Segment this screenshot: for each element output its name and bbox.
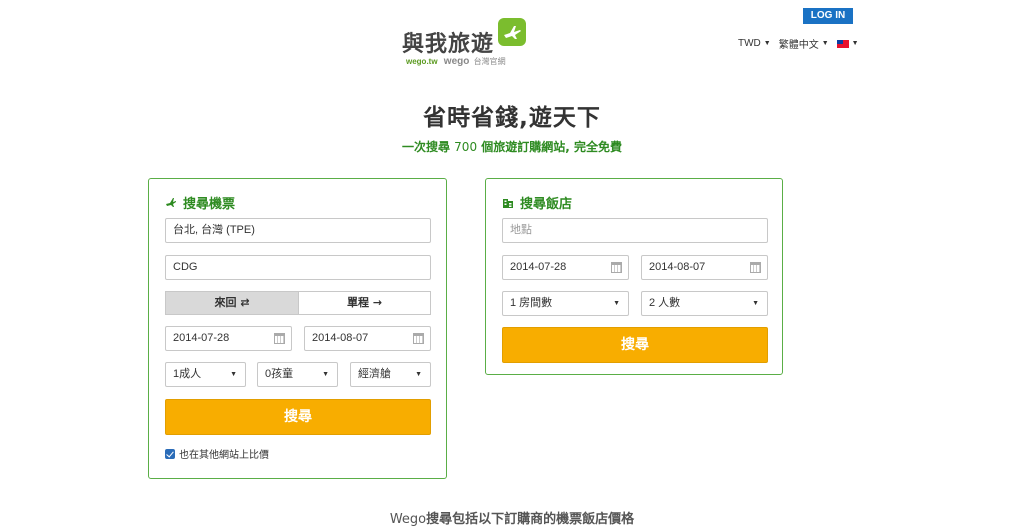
calendar-icon xyxy=(413,333,424,344)
compare-label: 也在其他網站上比價 xyxy=(179,450,269,461)
hotel-title-label: 搜尋飯店 xyxy=(520,197,573,212)
footer-brand: Wego xyxy=(389,512,427,527)
airplane-logo-icon xyxy=(498,18,526,46)
site-logo[interactable]: 與我旅遊 wego.tw wego 台灣官網 xyxy=(398,18,528,72)
guests-select[interactable]: 2 人數 ▼ xyxy=(641,291,768,316)
return-date-input[interactable]: 2014-08-07 xyxy=(304,326,431,351)
caret-down-icon: ▼ xyxy=(821,40,829,47)
oneway-toggle[interactable]: 單程 → xyxy=(298,291,431,315)
checkin-date-value: 2014-07-28 xyxy=(510,261,567,273)
page-subtitle: 一次搜尋 700 個旅遊訂購網站, 完全免費 xyxy=(0,138,1024,155)
hotel-panel-title: 搜尋飯店 xyxy=(502,193,572,212)
partners-heading: Wego搜尋包括以下訂購商的機票飯店價格 xyxy=(0,508,1024,527)
oneway-label: 單程 xyxy=(346,296,369,309)
hotel-icon xyxy=(503,198,513,208)
depart-date-value: 2014-07-28 xyxy=(173,332,230,344)
taiwan-flag-icon xyxy=(836,39,849,48)
rooms-value: 1 房間數 xyxy=(510,297,553,309)
children-value: 0孩童 xyxy=(265,368,294,380)
destination-input[interactable]: CDG xyxy=(165,255,431,280)
hotel-search-panel: 搜尋飯店 地點 2014-07-28 2014-08-07 1 房間數 ▼ 2 … xyxy=(485,178,783,375)
page-title: 省時省錢,遊天下 xyxy=(423,105,601,131)
children-select[interactable]: 0孩童 ▼ xyxy=(257,362,338,387)
subtitle-post: 個旅遊訂購網站, 完全免費 xyxy=(481,140,623,154)
calendar-icon xyxy=(611,262,622,273)
country-selector[interactable]: ▼ xyxy=(836,39,859,48)
caret-down-icon: ▼ xyxy=(763,40,771,47)
subtitle-pre: 一次搜尋 xyxy=(401,140,450,154)
origin-input[interactable]: 台北, 台灣 (TPE) xyxy=(165,218,431,243)
logo-domain: wego.tw xyxy=(406,57,438,66)
flight-title-label: 搜尋機票 xyxy=(183,197,236,212)
logo-subtitle: wego.tw wego 台灣官網 xyxy=(406,56,506,67)
language-selector[interactable]: 繁體中文 ▼ xyxy=(779,36,829,51)
adults-select[interactable]: 1成人 ▼ xyxy=(165,362,246,387)
subtitle-count: 700 xyxy=(454,140,478,154)
return-date-value: 2014-08-07 xyxy=(312,332,369,344)
depart-date-input[interactable]: 2014-07-28 xyxy=(165,326,292,351)
login-button[interactable]: LOG IN xyxy=(803,8,853,24)
dropdown-arrow-icon: ▼ xyxy=(415,371,422,378)
dropdown-arrow-icon: ▼ xyxy=(613,300,620,307)
roundtrip-icon: ⇄ xyxy=(240,296,250,309)
language-label: 繁體中文 xyxy=(778,40,819,51)
logo-main-text: 與我旅遊 xyxy=(402,32,495,57)
hotel-location-input[interactable]: 地點 xyxy=(502,218,768,243)
calendar-icon xyxy=(274,333,285,344)
compare-option[interactable]: 也在其他網站上比價 xyxy=(165,446,269,461)
cabin-select[interactable]: 經濟艙 ▼ xyxy=(350,362,431,387)
currency-selector[interactable]: TWD ▼ xyxy=(738,38,771,49)
airplane-icon xyxy=(166,197,176,207)
flight-search-button[interactable]: 搜尋 xyxy=(165,399,431,435)
currency-label: TWD xyxy=(738,38,761,49)
arrow-right-icon: → xyxy=(372,296,383,309)
checkout-date-value: 2014-08-07 xyxy=(649,261,706,273)
compare-checkbox[interactable] xyxy=(165,448,175,459)
caret-down-icon: ▼ xyxy=(851,40,859,47)
roundtrip-toggle[interactable]: 來回 ⇄ xyxy=(165,291,299,315)
adults-value: 1成人 xyxy=(173,368,202,380)
checkin-date-input[interactable]: 2014-07-28 xyxy=(502,255,629,280)
flight-search-panel: 搜尋機票 台北, 台灣 (TPE) CDG 來回 ⇄ 單程 → 2014-07-… xyxy=(148,178,447,479)
logo-brand: wego xyxy=(443,56,470,67)
guests-value: 2 人數 xyxy=(649,297,681,309)
checkout-date-input[interactable]: 2014-08-07 xyxy=(641,255,768,280)
logo-official: 台灣官網 xyxy=(473,57,506,66)
dropdown-arrow-icon: ▼ xyxy=(230,371,237,378)
footer-text: 搜尋包括以下訂購商的機票飯店價格 xyxy=(426,512,635,527)
roundtrip-label: 來回 xyxy=(214,296,237,309)
cabin-value: 經濟艙 xyxy=(358,368,391,380)
dropdown-arrow-icon: ▼ xyxy=(752,300,759,307)
calendar-icon xyxy=(750,262,761,273)
locale-controls: TWD ▼ 繁體中文 ▼ ▼ xyxy=(738,36,867,51)
hotel-search-button[interactable]: 搜尋 xyxy=(502,327,768,363)
dropdown-arrow-icon: ▼ xyxy=(322,371,329,378)
flight-panel-title: 搜尋機票 xyxy=(165,193,235,212)
rooms-select[interactable]: 1 房間數 ▼ xyxy=(502,291,629,316)
